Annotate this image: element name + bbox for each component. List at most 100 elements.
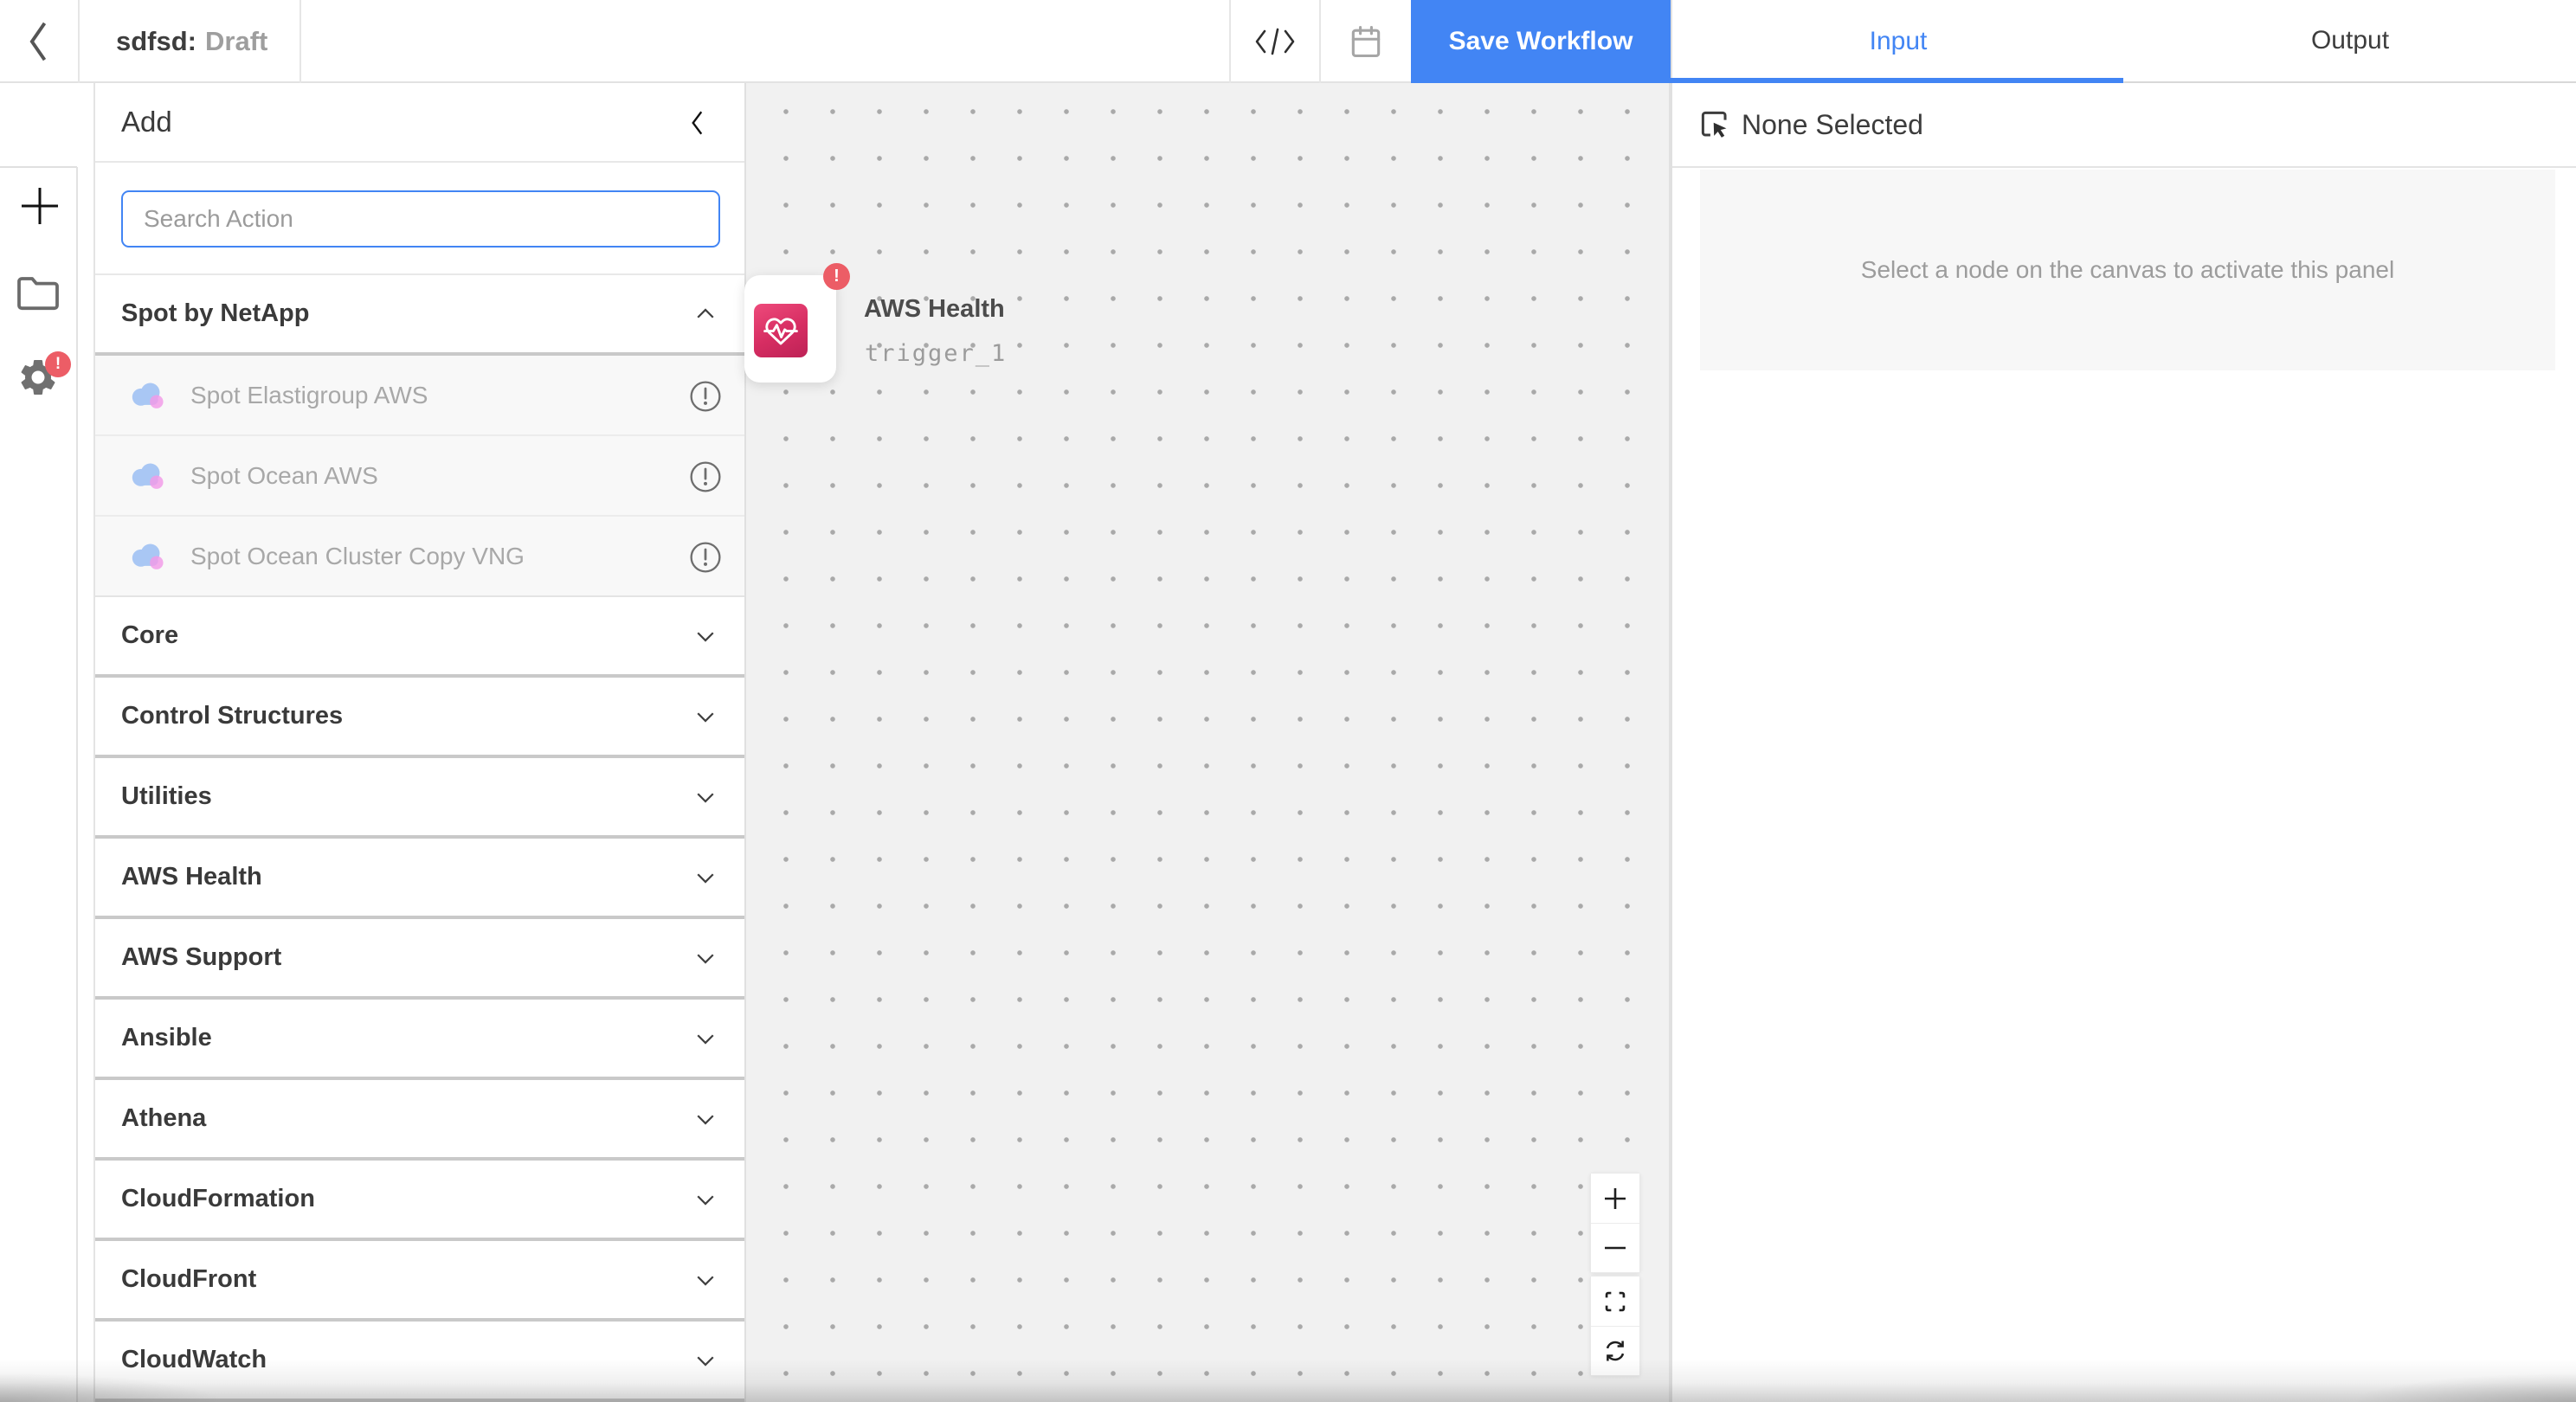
canvas-controls: [1590, 1173, 1640, 1379]
back-button[interactable]: [0, 0, 80, 83]
section-label: Utilities: [121, 782, 212, 811]
inspector-panel: None Selected Select a node on the canva…: [1671, 83, 2576, 1402]
code-view-button[interactable]: [1229, 0, 1321, 83]
heart-pulse-icon: [754, 304, 808, 357]
section-header-athena[interactable]: Athena: [95, 1080, 744, 1161]
chevron-down-icon: [692, 1000, 718, 1077]
left-rail: !: [0, 83, 78, 1402]
workflow-status: Draft: [205, 26, 267, 57]
chevron-down-icon: [692, 1322, 718, 1399]
chevron-up-icon: [692, 275, 718, 352]
spot-cloud-icon: [128, 540, 166, 573]
info-circle-icon[interactable]: [689, 460, 722, 493]
chevron-down-icon: [692, 919, 718, 996]
action-item-spot-ocean-aws[interactable]: Spot Ocean AWS: [95, 436, 744, 517]
section-label: AWS Support: [121, 943, 281, 972]
section-header-cloudformation[interactable]: CloudFormation: [95, 1161, 744, 1241]
empty-state-box: Select a node on the canvas to activate …: [1700, 170, 2555, 370]
chevron-down-icon: [692, 1241, 718, 1318]
chevron-down-icon: [692, 1161, 718, 1238]
active-tab-indicator: [1671, 78, 2123, 83]
action-item-spot-elastigroup-aws[interactable]: Spot Elastigroup AWS: [95, 356, 744, 436]
section-label: CloudWatch: [121, 1346, 267, 1374]
chevron-down-icon: [692, 839, 718, 916]
chevron-down-icon: [692, 597, 718, 674]
top-bar: sdfsd: Draft Save Workflow Input Output: [0, 0, 2576, 83]
section-header-cloudfront[interactable]: CloudFront: [95, 1241, 744, 1322]
schedule-button[interactable]: [1321, 0, 1411, 83]
collapse-panel-button[interactable]: [680, 106, 715, 140]
node-error-badge: !: [823, 263, 850, 290]
section-header-ansible[interactable]: Ansible: [95, 1000, 744, 1080]
section-header-utilities[interactable]: Utilities: [95, 758, 744, 839]
save-workflow-button[interactable]: Save Workflow: [1411, 0, 1671, 83]
action-item-spot-ocean-cluster-copy-vng[interactable]: Spot Ocean Cluster Copy VNG: [95, 517, 744, 597]
info-circle-icon[interactable]: [689, 380, 722, 413]
canvas-control-group: [1590, 1276, 1640, 1376]
search-section: [95, 163, 744, 275]
section-label: Core: [121, 621, 178, 650]
chevron-down-icon: [692, 678, 718, 755]
chevron-left-icon: [686, 108, 709, 138]
zoom-in-icon: [1602, 1186, 1628, 1212]
add-action-panel: Add Spot by NetAppSpot Elastigroup AWSSp…: [93, 83, 746, 1402]
canvas-control-group: [1590, 1173, 1640, 1273]
section-label: Control Structures: [121, 702, 343, 730]
section-label: Athena: [121, 1104, 206, 1133]
section-header-control-structures[interactable]: Control Structures: [95, 678, 744, 758]
reset-view-button[interactable]: [1591, 1326, 1639, 1375]
settings-alert-badge: !: [45, 351, 71, 377]
spot-cloud-icon: [128, 460, 166, 492]
rail-border: [76, 167, 78, 1402]
code-icon: [1253, 26, 1298, 57]
new-workflow-button[interactable]: [10, 177, 69, 235]
info-circle-icon[interactable]: [689, 541, 722, 574]
select-cursor-icon: [1698, 108, 1731, 141]
zoom-out-icon: [1602, 1235, 1628, 1261]
section-header-spot-by-netapp[interactable]: Spot by NetApp: [95, 275, 744, 356]
tab-output[interactable]: Output: [2124, 0, 2576, 83]
section-label: Spot by NetApp: [121, 299, 310, 328]
workflow-node[interactable]: !: [744, 275, 836, 383]
empty-state-message: Select a node on the canvas to activate …: [1861, 256, 2394, 284]
workflow-name: sdfsd:: [116, 26, 196, 57]
spot-cloud-icon: [128, 379, 166, 412]
selection-label: None Selected: [1742, 109, 1923, 141]
action-item-label: Spot Elastigroup AWS: [190, 382, 428, 409]
panel-title: Add: [121, 106, 172, 138]
section-header-core[interactable]: Core: [95, 597, 744, 678]
node-title: AWS Health: [864, 295, 1005, 324]
selection-status-row: None Selected: [1672, 83, 2576, 168]
action-sections: Spot by NetApp Spot Elastigroup AWS Spot O…: [95, 275, 744, 1402]
io-tabs: Input Output: [1671, 0, 2576, 83]
reset-view-icon: [1602, 1338, 1628, 1364]
zoom-in-button[interactable]: [1591, 1174, 1639, 1223]
panel-header: Add: [95, 83, 744, 163]
section-label: Ansible: [121, 1024, 212, 1052]
workflow-canvas[interactable]: ! AWS Health trigger_1: [746, 83, 1671, 1402]
section-header-aws-support[interactable]: AWS Support: [95, 919, 744, 1000]
back-chevron-icon: [22, 19, 56, 64]
chevron-down-icon: [692, 758, 718, 835]
node-id: trigger_1: [865, 340, 1007, 367]
action-item-label: Spot Ocean Cluster Copy VNG: [190, 543, 525, 570]
chevron-down-icon: [692, 1080, 718, 1157]
zoom-out-button[interactable]: [1591, 1223, 1639, 1272]
calendar-icon: [1347, 23, 1385, 61]
fit-view-icon: [1603, 1289, 1627, 1314]
search-input[interactable]: [121, 190, 720, 248]
action-item-label: Spot Ocean AWS: [190, 462, 378, 490]
workflows-folder-button[interactable]: [12, 267, 64, 318]
rail-divider: [0, 166, 77, 168]
tab-input[interactable]: Input: [1672, 0, 2124, 83]
section-header-aws-health[interactable]: AWS Health: [95, 839, 744, 919]
plus-icon: [18, 184, 61, 228]
section-label: AWS Health: [121, 863, 262, 891]
workflow-title: sdfsd: Draft: [80, 0, 301, 83]
section-label: CloudFormation: [121, 1185, 315, 1213]
section-header-cloudwatch[interactable]: CloudWatch: [95, 1322, 744, 1402]
folder-icon: [16, 273, 61, 312]
fit-view-button[interactable]: [1591, 1277, 1639, 1326]
section-label: CloudFront: [121, 1265, 256, 1294]
section-items-spot-by-netapp: Spot Elastigroup AWS Spot Ocean AWS Spot O…: [95, 356, 744, 597]
